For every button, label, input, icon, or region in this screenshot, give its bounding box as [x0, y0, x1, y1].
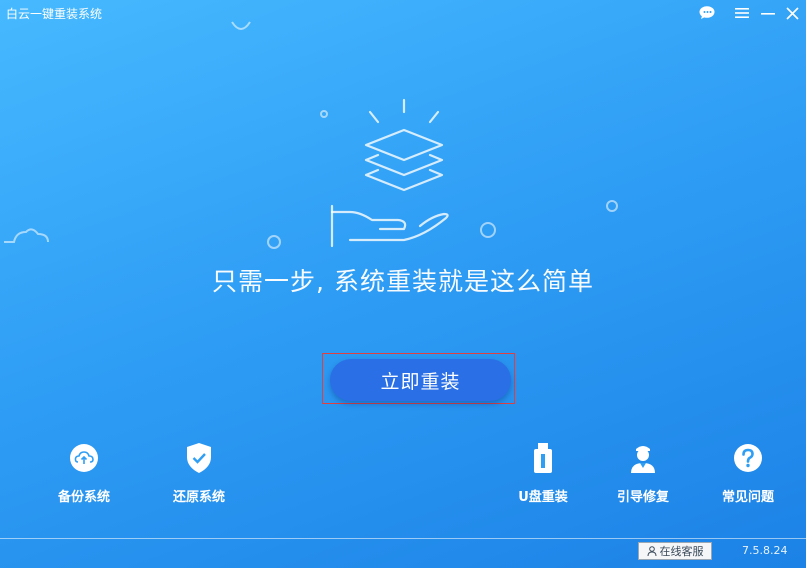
- faq-tool[interactable]: 常见问题: [698, 440, 798, 505]
- hero-slogan: 只需一步, 系统重装就是这么简单: [212, 267, 594, 296]
- backup-system-label: 备份系统: [57, 490, 110, 505]
- layers-on-hand-icon: [330, 98, 449, 248]
- usb-reinstall-tool[interactable]: U盘重装: [493, 440, 593, 505]
- version-label: 7.5.8.24: [742, 544, 788, 557]
- boot-repair-label: 引导修复: [616, 490, 669, 505]
- footer-divider: [0, 538, 806, 539]
- online-support-label: 在线客服: [659, 545, 704, 558]
- restore-system-tool[interactable]: 还原系统: [149, 440, 249, 505]
- technician-icon: [631, 446, 655, 473]
- usb-drive-icon: [534, 443, 552, 473]
- reinstall-now-button[interactable]: 立即重装: [330, 359, 511, 401]
- restore-system-label: 还原系统: [172, 490, 225, 505]
- online-support-button[interactable]: 在线客服: [638, 542, 712, 560]
- backup-system-tool[interactable]: 备份系统: [34, 440, 134, 505]
- question-icon: [734, 444, 762, 472]
- faq-label: 常见问题: [721, 490, 774, 505]
- shield-check-icon: [187, 443, 211, 473]
- boot-repair-tool[interactable]: 引导修复: [593, 440, 693, 505]
- user-icon: [647, 546, 656, 556]
- usb-reinstall-label: U盘重装: [518, 490, 568, 505]
- cloud-upload-icon: [70, 444, 98, 472]
